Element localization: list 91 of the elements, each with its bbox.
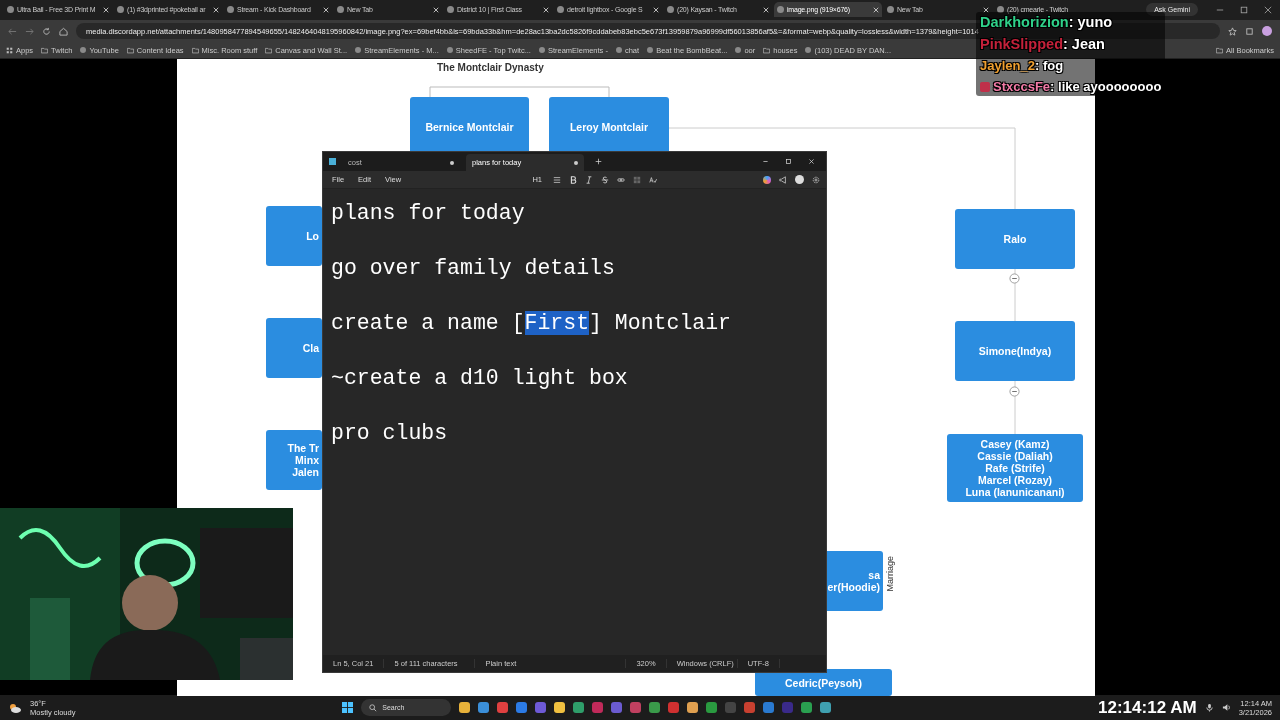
edge-label: Marriage bbox=[885, 556, 896, 592]
reload-icon[interactable] bbox=[42, 26, 51, 36]
app-icon[interactable] bbox=[573, 702, 585, 713]
bold-icon[interactable] bbox=[569, 175, 577, 184]
site-icon bbox=[647, 47, 654, 53]
minimize-icon[interactable] bbox=[762, 158, 769, 165]
megaphone-icon[interactable] bbox=[779, 175, 787, 184]
site-icon bbox=[80, 47, 87, 53]
diagram-title: The Montclair Dynasty bbox=[437, 62, 544, 73]
folder-icon bbox=[191, 46, 199, 54]
stream-clock: 12:14:12 AM bbox=[1098, 697, 1197, 718]
folder-icon bbox=[41, 46, 49, 54]
strikethrough-icon[interactable] bbox=[601, 175, 609, 184]
chat-message: StxccsFe: like ayoooooooo bbox=[980, 79, 1162, 94]
site-icon bbox=[557, 6, 564, 13]
italic-icon[interactable] bbox=[585, 175, 593, 184]
close-icon[interactable] bbox=[763, 6, 769, 13]
chat-message: PinkSlipped: Jean bbox=[980, 36, 1106, 52]
site-icon bbox=[735, 47, 742, 53]
start-icon[interactable] bbox=[342, 702, 354, 713]
site-icon bbox=[117, 6, 124, 13]
family-node: Casey (Kamz) Cassie (Daliah) Rafe (Strife) Marcel (Rozay) Luna (lanunicanani) bbox=[947, 434, 1083, 502]
copilot-icon[interactable] bbox=[763, 175, 771, 184]
site-icon bbox=[538, 47, 545, 53]
site-icon bbox=[805, 47, 812, 53]
folder-icon bbox=[763, 46, 771, 54]
close-icon[interactable] bbox=[433, 6, 439, 13]
search-icon bbox=[369, 703, 378, 712]
family-node: Cla bbox=[266, 318, 322, 378]
site-icon bbox=[667, 6, 674, 13]
collapse-icon[interactable] bbox=[1009, 386, 1020, 397]
app-icon[interactable] bbox=[478, 702, 490, 713]
family-node: Simone(Indya) bbox=[955, 321, 1075, 381]
app-icon[interactable] bbox=[554, 702, 566, 713]
site-icon bbox=[615, 47, 622, 53]
site-icon bbox=[355, 47, 362, 53]
app-icon[interactable] bbox=[687, 702, 699, 713]
close-icon[interactable] bbox=[653, 6, 659, 13]
account-icon[interactable] bbox=[795, 175, 804, 184]
table-icon[interactable] bbox=[633, 175, 641, 184]
close-icon[interactable] bbox=[983, 6, 989, 13]
close-icon[interactable] bbox=[103, 6, 109, 13]
text-line: create a name [First] Montclair bbox=[331, 310, 732, 337]
site-icon bbox=[337, 6, 344, 13]
app-icon[interactable] bbox=[820, 702, 832, 713]
close-icon[interactable] bbox=[1264, 6, 1272, 14]
text-line: ~create a d10 light box bbox=[331, 365, 629, 392]
speaker-icon[interactable] bbox=[1221, 703, 1231, 712]
folder-icon bbox=[126, 46, 134, 54]
text-line: go over family details bbox=[331, 255, 616, 282]
site-icon bbox=[997, 6, 1004, 13]
apps-icon bbox=[6, 46, 13, 54]
app-icon[interactable] bbox=[706, 702, 718, 713]
family-node: Lo bbox=[266, 206, 322, 266]
link-icon[interactable] bbox=[617, 175, 625, 184]
close-icon[interactable] bbox=[543, 6, 549, 13]
notepad-icon bbox=[329, 158, 336, 165]
chat-message: Jaylen_2: fog bbox=[980, 58, 1065, 73]
close-icon[interactable] bbox=[873, 6, 879, 13]
badge-icon bbox=[980, 81, 990, 92]
collapse-icon[interactable] bbox=[1009, 273, 1020, 284]
cloud-icon bbox=[8, 702, 22, 713]
spellcheck-icon[interactable] bbox=[649, 175, 657, 184]
list-icon[interactable] bbox=[553, 175, 561, 184]
site-icon bbox=[447, 6, 454, 13]
microphone-icon[interactable] bbox=[1204, 703, 1214, 712]
app-icon[interactable] bbox=[649, 702, 661, 713]
star-icon[interactable] bbox=[1228, 26, 1237, 36]
site-icon bbox=[227, 6, 234, 13]
family-node: Ralo bbox=[955, 209, 1075, 269]
site-icon bbox=[446, 47, 453, 53]
close-icon[interactable] bbox=[213, 6, 219, 13]
app-icon[interactable] bbox=[459, 702, 471, 713]
folder-icon bbox=[265, 46, 273, 54]
settings-icon[interactable] bbox=[812, 175, 820, 184]
profile-avatar[interactable] bbox=[1262, 26, 1272, 36]
add-tab-icon[interactable] bbox=[595, 158, 602, 165]
site-icon bbox=[7, 6, 14, 13]
app-icon[interactable] bbox=[516, 702, 528, 713]
extensions-icon[interactable] bbox=[1245, 26, 1254, 36]
folder-icon bbox=[1216, 46, 1224, 54]
text-line: plans for today bbox=[331, 200, 526, 227]
site-icon bbox=[777, 6, 784, 13]
site-icon bbox=[887, 6, 894, 13]
family-node: Cedric(Peysoh) bbox=[755, 669, 892, 696]
text-line: pro clubs bbox=[331, 420, 449, 447]
app-icon[interactable] bbox=[801, 702, 813, 713]
close-icon[interactable] bbox=[323, 6, 329, 13]
family-node: The Tr Minx Jalen bbox=[266, 430, 322, 490]
maximize-icon[interactable] bbox=[1240, 6, 1248, 14]
home-icon[interactable] bbox=[59, 26, 68, 36]
